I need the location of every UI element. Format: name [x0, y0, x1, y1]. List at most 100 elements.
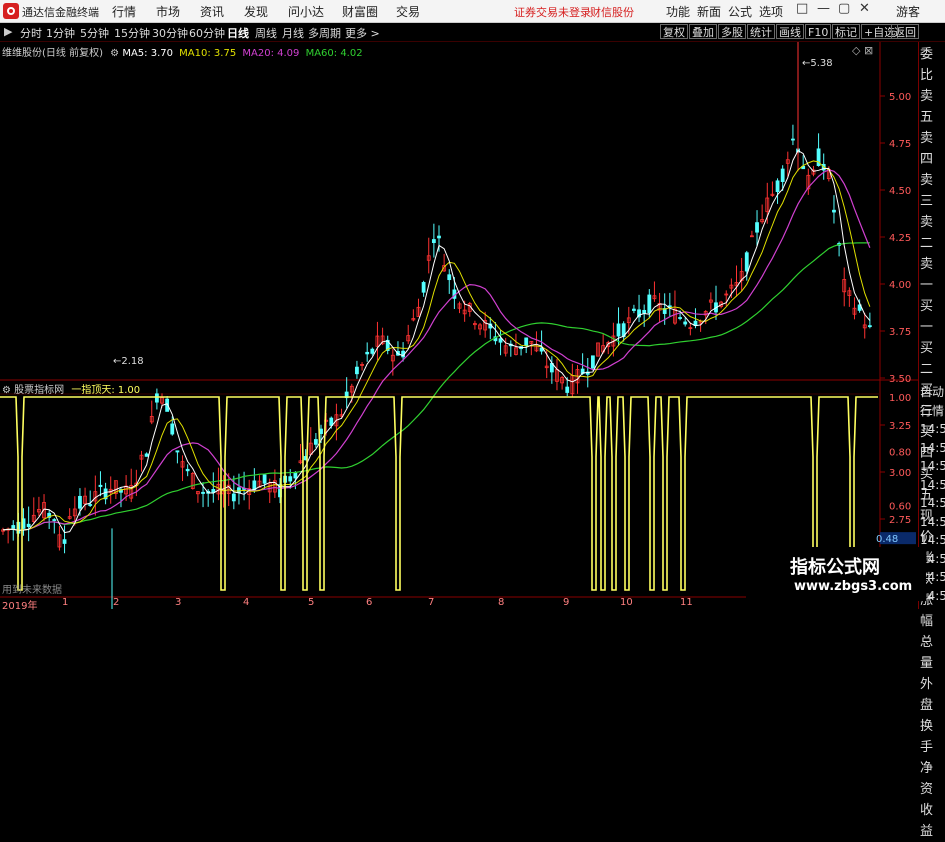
- candle: [555, 358, 559, 391]
- period-weekly[interactable]: 周线: [255, 25, 277, 41]
- chart-setting-icon[interactable]: ◇ ⊠: [852, 44, 873, 57]
- menu-jiaoyi[interactable]: 交易: [396, 3, 420, 20]
- side-tick-label: 14:5: [920, 514, 945, 529]
- period-15min[interactable]: 15分钟: [114, 25, 150, 41]
- menu-hangqing[interactable]: 行情: [112, 3, 136, 20]
- stats-button[interactable]: 统计: [747, 24, 775, 39]
- menu-faxian[interactable]: 发现: [244, 3, 268, 20]
- period-monthly[interactable]: 月线: [282, 25, 304, 41]
- candle: [842, 267, 847, 307]
- mark-button[interactable]: 标记: [832, 24, 860, 39]
- side-field-label: 卖二: [920, 215, 934, 251]
- period-5min[interactable]: 5分钟: [80, 25, 109, 41]
- side-tick-label: 自动: [920, 385, 945, 399]
- candle: [149, 400, 154, 425]
- period-multi[interactable]: 多周期: [308, 25, 341, 41]
- menu-shichang[interactable]: 市场: [156, 3, 180, 20]
- menu-zixun[interactable]: 资讯: [200, 3, 224, 20]
- candle: [791, 124, 795, 146]
- options-button[interactable]: 选项: [759, 3, 783, 20]
- candle: [144, 452, 149, 457]
- broker-link[interactable]: 财信股份: [590, 4, 634, 20]
- x-label: 3: [175, 597, 182, 608]
- side-tick-label: 14:5: [920, 496, 945, 510]
- period-1min[interactable]: 1分钟: [46, 25, 75, 41]
- multi-stock-button[interactable]: 多股: [718, 24, 746, 39]
- func-button[interactable]: 功能: [666, 3, 690, 20]
- back-button[interactable]: 返回: [891, 24, 919, 39]
- new-view-button[interactable]: 新面: [697, 3, 721, 20]
- period-60min[interactable]: 60分钟: [189, 25, 225, 41]
- app-logo-icon: [3, 3, 19, 19]
- minimize-icon[interactable]: —: [817, 1, 830, 16]
- ma-settings-icon[interactable]: ⚙: [110, 48, 119, 59]
- sub-y-tick-label: 0.80: [889, 447, 911, 458]
- candle: [1, 527, 5, 535]
- y-tick-label: 3.00: [889, 468, 911, 479]
- candle: [67, 508, 72, 520]
- maximize-icon[interactable]: ▢: [838, 1, 850, 16]
- ma20-value: MA20: 4.09: [242, 48, 300, 59]
- f10-button[interactable]: F10: [805, 24, 832, 39]
- candle: [667, 292, 672, 317]
- period-fenshi[interactable]: 分时: [20, 25, 42, 41]
- guest-label[interactable]: 游客: [896, 3, 920, 20]
- side-field-label: 买一: [920, 299, 934, 335]
- candle: [524, 337, 529, 354]
- x-label: 9: [563, 597, 570, 608]
- candle: [503, 337, 508, 357]
- candle: [467, 301, 472, 317]
- trade-login-link[interactable]: 证券交易未登录: [514, 4, 591, 20]
- menu-arrow-icon[interactable]: ▶: [4, 25, 12, 38]
- candle: [62, 525, 67, 554]
- restore-rights-button[interactable]: 复权: [660, 24, 688, 39]
- candle: [247, 479, 252, 510]
- formula-button[interactable]: 公式: [728, 3, 752, 20]
- side-tick-label: 14:5: [920, 422, 945, 436]
- candle: [426, 237, 431, 274]
- side-tick-label: 14:5: [920, 440, 945, 455]
- close-icon[interactable]: ✕: [859, 1, 870, 16]
- x-label: 4: [243, 597, 250, 608]
- x-label: 11: [680, 597, 693, 608]
- candle: [31, 497, 36, 525]
- y-tick-label: 2.75: [889, 515, 911, 526]
- menu-caifuquan[interactable]: 财富圈: [342, 3, 378, 20]
- side-tick-label: 行情: [920, 403, 945, 418]
- chart-canvas[interactable]: 5.00 4.75 4.50 4.25 4.00 3.75 3.50 3.25 3.00 2.75…: [0, 42, 918, 609]
- restore-icon[interactable]: □: [796, 1, 808, 16]
- overlay-button[interactable]: 叠加: [689, 24, 717, 39]
- y-tick-label: 3.50: [889, 374, 911, 385]
- candle: [749, 230, 754, 238]
- candle: [57, 525, 62, 551]
- period-more[interactable]: 更多 >: [345, 25, 380, 41]
- candle: [514, 333, 518, 356]
- candle: [42, 494, 46, 522]
- y-tick-label: 3.75: [889, 327, 911, 338]
- candle: [775, 178, 780, 204]
- x-label: 6: [366, 597, 373, 608]
- candle: [616, 307, 621, 347]
- candle: [308, 427, 313, 455]
- candle: [360, 362, 364, 371]
- side-field-label: 卖一: [920, 257, 934, 293]
- candle: [190, 471, 195, 490]
- side-field-label: 卖四: [920, 131, 934, 167]
- draw-line-button[interactable]: 画线: [776, 24, 804, 39]
- menu-wenxiaoda[interactable]: 问小达: [288, 3, 324, 20]
- period-daily[interactable]: 日线: [227, 25, 249, 41]
- candle: [806, 168, 811, 195]
- candle: [211, 472, 216, 503]
- y-tick-label: 5.00: [889, 92, 911, 103]
- candle: [755, 210, 759, 246]
- candle: [88, 490, 93, 508]
- candle: [457, 301, 462, 314]
- sub-settings-icon[interactable]: ⚙: [2, 385, 11, 396]
- candle: [642, 304, 647, 327]
- side-field-label: 买二: [920, 341, 934, 377]
- future-data-note: 用到未来数据: [2, 585, 62, 596]
- candle: [596, 342, 600, 357]
- candle: [175, 450, 180, 464]
- candle: [632, 304, 636, 314]
- period-30min[interactable]: 30分钟: [152, 25, 188, 41]
